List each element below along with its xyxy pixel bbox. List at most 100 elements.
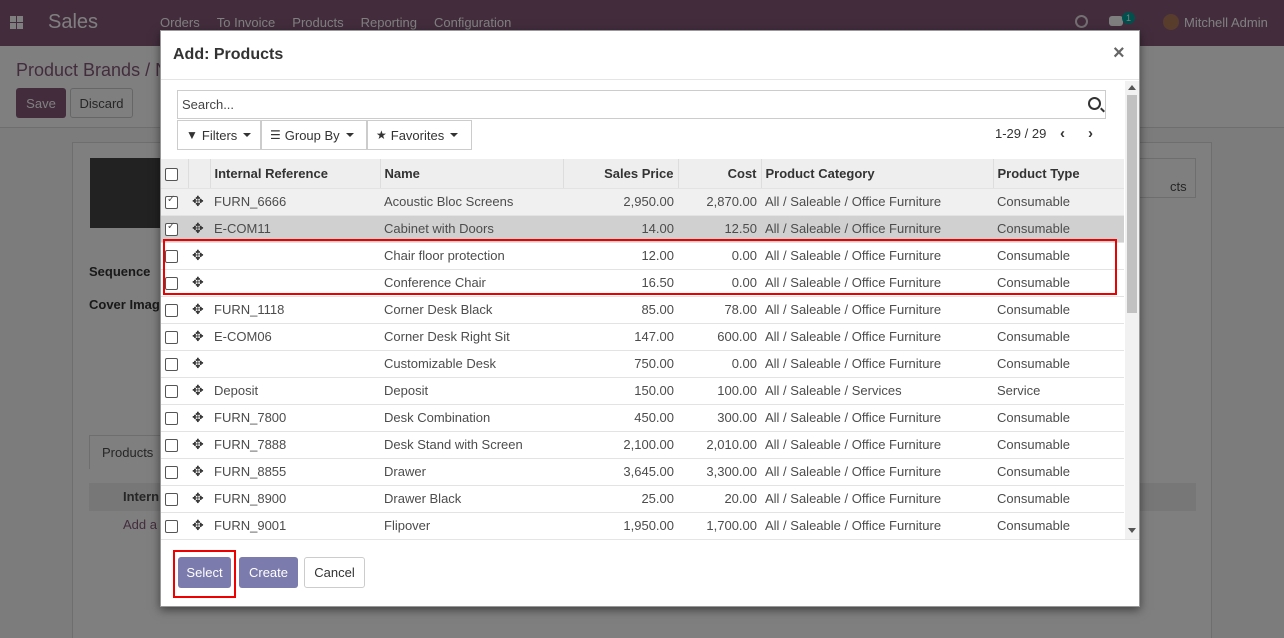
drag-handle-icon[interactable]: ✥: [192, 328, 204, 345]
select-button[interactable]: Select: [178, 557, 231, 588]
group-by-button[interactable]: ☰ Group By: [261, 120, 367, 150]
cell-product-category[interactable]: All / Saleable / Office Furniture: [761, 215, 993, 243]
cell-product-type[interactable]: Consumable: [993, 350, 1124, 378]
cell-name[interactable]: Drawer Black: [380, 485, 563, 513]
cell-product-type[interactable]: Consumable: [993, 269, 1124, 297]
cell-name[interactable]: Desk Stand with Screen: [380, 431, 563, 459]
row-checkbox[interactable]: [165, 304, 178, 318]
cell-product-category[interactable]: All / Saleable / Office Furniture: [761, 404, 993, 432]
col-product-category[interactable]: Product Category: [761, 159, 994, 189]
table-row[interactable]: ✥ E-COM11Cabinet with Doors14.0012.50All …: [161, 215, 1124, 243]
cell-cost[interactable]: 3,300.00: [678, 458, 761, 486]
row-checkbox[interactable]: [165, 466, 178, 480]
cell-internal-reference[interactable]: FURN_9001: [210, 512, 380, 539]
cell-product-category[interactable]: All / Saleable / Office Furniture: [761, 188, 993, 216]
scroll-up-icon[interactable]: [1128, 85, 1136, 90]
cell-cost[interactable]: 78.00: [678, 296, 761, 324]
cell-product-category[interactable]: All / Saleable / Office Furniture: [761, 431, 993, 459]
cell-name[interactable]: Cabinet with Doors: [380, 215, 563, 243]
cell-product-category[interactable]: All / Saleable / Office Furniture: [761, 485, 993, 513]
drag-handle-icon[interactable]: ✥: [192, 355, 204, 372]
cell-name[interactable]: Flipover: [380, 512, 563, 539]
cell-cost[interactable]: 100.00: [678, 377, 761, 405]
table-row[interactable]: ✥ FURN_7888 Desk Stand with Screen 2,100.00…: [161, 431, 1124, 459]
cell-sales-price[interactable]: 2,100.00: [563, 431, 678, 459]
cell-internal-reference[interactable]: Deposit: [210, 377, 380, 405]
cell-internal-reference[interactable]: FURN_7800: [210, 404, 380, 432]
drag-handle-icon[interactable]: ✥: [192, 517, 204, 534]
cell-sales-price[interactable]: 14.00: [563, 215, 678, 243]
cell-cost[interactable]: 0.00: [678, 242, 761, 270]
col-cost[interactable]: Cost: [678, 159, 762, 189]
drag-handle-icon[interactable]: ✥: [192, 409, 204, 426]
cell-name[interactable]: Acoustic Bloc Screens: [380, 188, 563, 216]
filters-button[interactable]: ▼ Filters: [177, 120, 261, 150]
drag-handle-icon[interactable]: ✥: [192, 490, 204, 507]
cell-sales-price[interactable]: 147.00: [563, 323, 678, 351]
cell-product-type[interactable]: Consumable: [993, 485, 1124, 513]
drag-handle-icon[interactable]: ✥: [192, 301, 204, 318]
cell-cost[interactable]: 600.00: [678, 323, 761, 351]
cell-cost[interactable]: 2,010.00: [678, 431, 761, 459]
chevron-right-icon[interactable]: ›: [1088, 125, 1093, 142]
col-internal-reference[interactable]: Internal Reference: [210, 159, 381, 189]
cell-cost[interactable]: 300.00: [678, 404, 761, 432]
close-icon[interactable]: ×: [1113, 42, 1125, 65]
cell-product-type[interactable]: Consumable: [993, 215, 1124, 243]
drag-handle-icon[interactable]: ✥: [192, 436, 204, 453]
cell-name[interactable]: Deposit: [380, 377, 563, 405]
cell-internal-reference[interactable]: [210, 242, 380, 270]
drag-handle-icon[interactable]: ✥: [192, 463, 204, 480]
cell-sales-price[interactable]: 750.00: [563, 350, 678, 378]
cell-product-category[interactable]: All / Saleable / Office Furniture: [761, 269, 993, 297]
cell-cost[interactable]: 2,870.00: [678, 188, 761, 216]
col-name[interactable]: Name: [380, 159, 564, 189]
cell-internal-reference[interactable]: E-COM11: [210, 215, 380, 243]
cell-product-category[interactable]: All / Saleable / Office Furniture: [761, 323, 993, 351]
drag-handle-icon[interactable]: ✥: [192, 247, 204, 264]
drag-handle-icon[interactable]: ✥: [192, 193, 204, 210]
row-checkbox[interactable]: [165, 194, 178, 210]
cell-internal-reference[interactable]: E-COM06: [210, 323, 380, 351]
row-checkbox[interactable]: [165, 221, 178, 237]
row-checkbox[interactable]: [165, 520, 178, 534]
table-row[interactable]: ✥ Deposit Deposit 150.00 100.00 All / Saleabl…: [161, 377, 1124, 405]
cell-sales-price[interactable]: 25.00: [563, 485, 678, 513]
cell-product-type[interactable]: Consumable: [993, 242, 1124, 270]
cell-internal-reference[interactable]: [210, 350, 380, 378]
cell-internal-reference[interactable]: FURN_8900: [210, 485, 380, 513]
cell-internal-reference[interactable]: FURN_7888: [210, 431, 380, 459]
search-icon[interactable]: [1088, 97, 1101, 110]
drag-handle-icon[interactable]: ✥: [192, 274, 204, 291]
cell-product-type[interactable]: Consumable: [993, 296, 1124, 324]
search-input[interactable]: [182, 97, 1062, 112]
cell-cost[interactable]: 12.50: [678, 215, 761, 243]
cell-internal-reference[interactable]: FURN_1118: [210, 296, 380, 324]
row-checkbox[interactable]: [165, 358, 178, 372]
select-all-checkbox[interactable]: [165, 167, 178, 181]
cell-product-category[interactable]: All / Saleable / Office Furniture: [761, 512, 993, 539]
cell-sales-price[interactable]: 12.00: [563, 242, 678, 270]
cell-cost[interactable]: 0.00: [678, 269, 761, 297]
cell-product-type[interactable]: Consumable: [993, 404, 1124, 432]
cell-sales-price[interactable]: 85.00: [563, 296, 678, 324]
cell-internal-reference[interactable]: FURN_8855: [210, 458, 380, 486]
cell-sales-price[interactable]: 16.50: [563, 269, 678, 297]
cell-cost[interactable]: 1,700.00: [678, 512, 761, 539]
cell-product-category[interactable]: All / Saleable / Office Furniture: [761, 242, 993, 270]
col-product-type[interactable]: Product Type: [993, 159, 1124, 189]
cell-sales-price[interactable]: 3,645.00: [563, 458, 678, 486]
row-checkbox[interactable]: [165, 277, 178, 291]
cell-name[interactable]: Desk Combination: [380, 404, 563, 432]
cancel-button[interactable]: Cancel: [304, 557, 365, 588]
table-row[interactable]: ✥ Conference Chair 16.50 0.00 All / Saleable…: [161, 269, 1124, 297]
scroll-thumb[interactable]: [1127, 95, 1137, 313]
create-button[interactable]: Create: [239, 557, 298, 588]
table-row[interactable]: ✥ FURN_8900 Drawer Black 25.00 20.00 All / Sa…: [161, 485, 1124, 513]
table-row[interactable]: ✥ FURN_1118 Corner Desk Black 85.00 78.00 All…: [161, 296, 1124, 324]
favorites-button[interactable]: ★ Favorites: [367, 120, 472, 150]
row-checkbox[interactable]: [165, 385, 178, 399]
table-row[interactable]: ✥ FURN_9001 Flipover 1,950.00 1,700.00 All / …: [161, 512, 1124, 539]
cell-name[interactable]: Chair floor protection: [380, 242, 563, 270]
drag-handle-icon[interactable]: ✥: [192, 220, 204, 237]
